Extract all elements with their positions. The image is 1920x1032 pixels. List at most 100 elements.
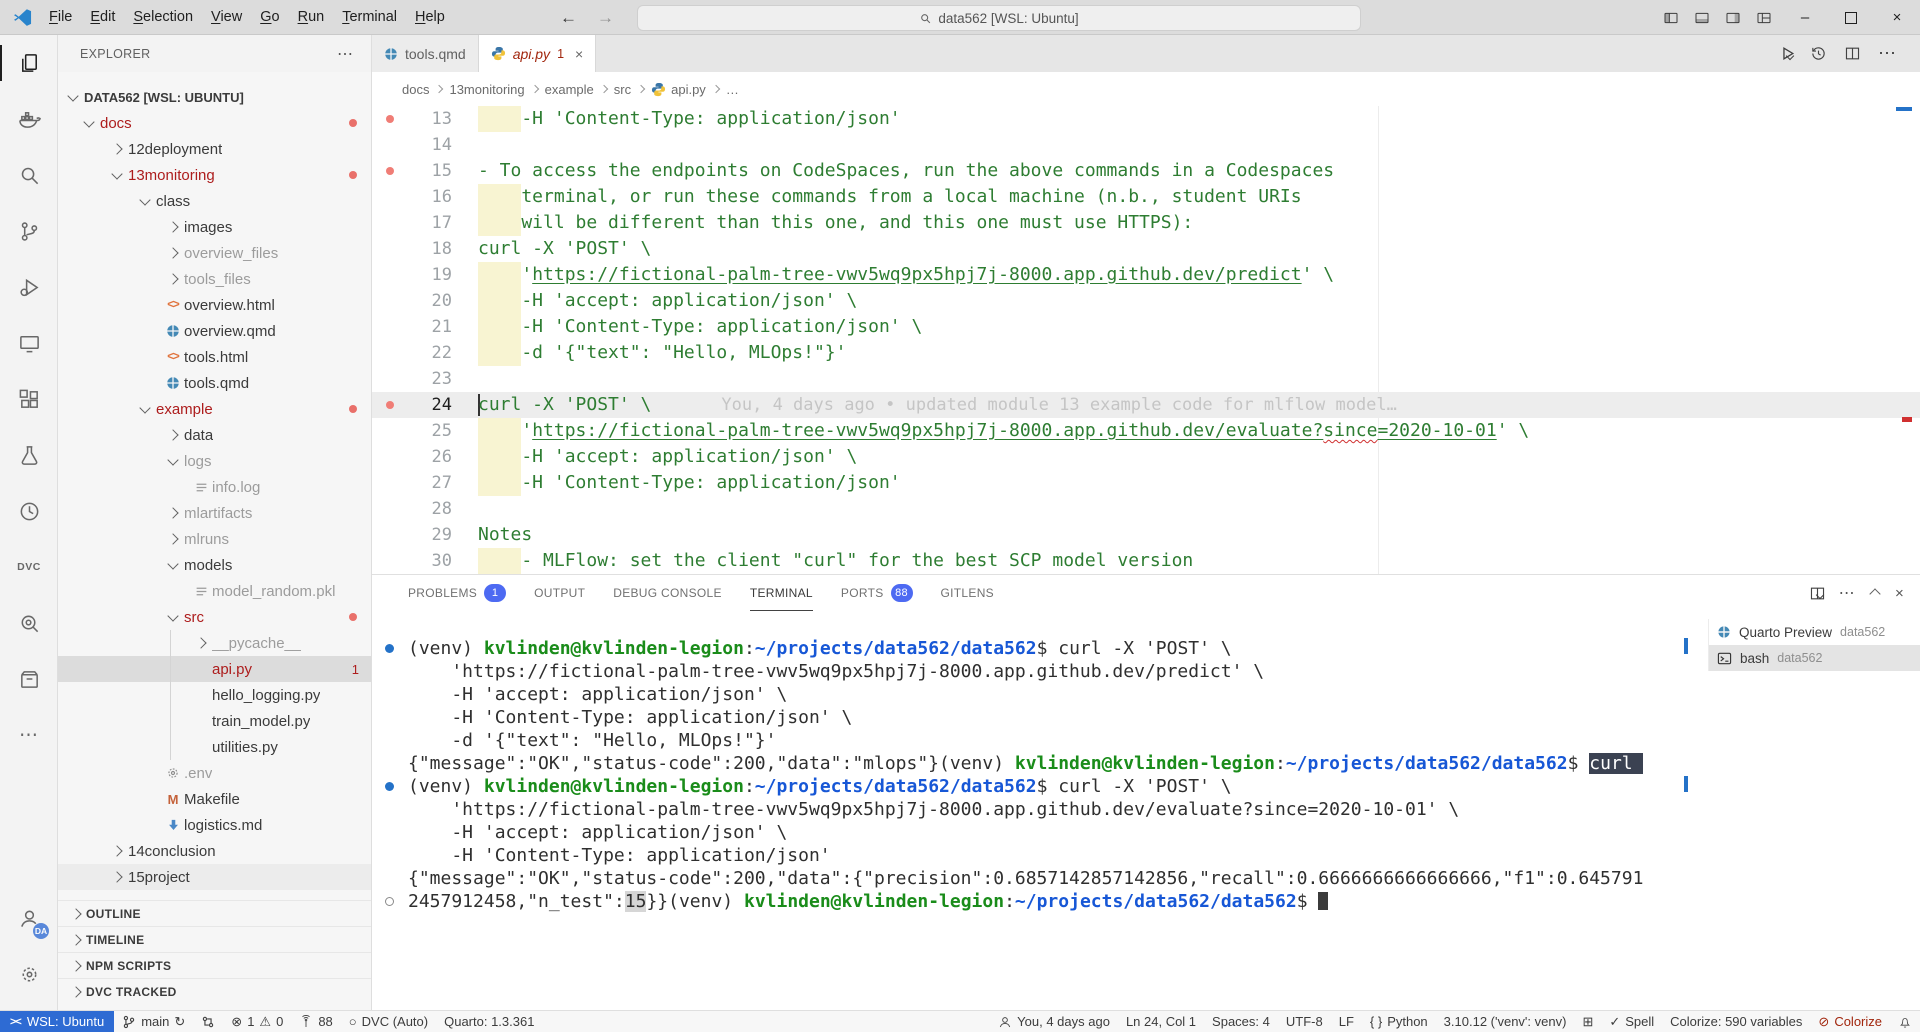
- sidebar-section-outline[interactable]: OUTLINE: [58, 900, 371, 926]
- status-git-branch[interactable]: main↻: [114, 1011, 193, 1032]
- tree-item-class[interactable]: class: [58, 188, 371, 214]
- sidebar-section-dvc-tracked[interactable]: DVC TRACKED: [58, 978, 371, 1004]
- maximize-button[interactable]: [1828, 0, 1874, 35]
- tree-item-14conclusion[interactable]: 14conclusion: [58, 838, 371, 864]
- panel-tab-gitlens[interactable]: GITLENS: [941, 575, 994, 611]
- panel-tab-debug-console[interactable]: DEBUG CONSOLE: [613, 575, 722, 611]
- terminal-split-button[interactable]: [1809, 585, 1823, 602]
- tree-item-images[interactable]: images: [58, 214, 371, 240]
- tree-item-src[interactable]: src: [58, 604, 371, 630]
- tab-tools-qmd[interactable]: tools.qmd: [372, 35, 479, 72]
- menu-edit[interactable]: Edit: [81, 0, 124, 34]
- command-decoration-icon[interactable]: [385, 644, 394, 653]
- close-button[interactable]: ×: [1874, 0, 1920, 35]
- panel-tab-output[interactable]: OUTPUT: [534, 575, 585, 611]
- activity-remote-explorer-icon[interactable]: [0, 315, 58, 371]
- tree-item-hello-logging-py[interactable]: hello_logging.py: [58, 682, 371, 708]
- panel-more-actions[interactable]: ⋯: [1839, 583, 1855, 603]
- activity-docker-icon[interactable]: [0, 91, 58, 147]
- tree-item--pycache-[interactable]: __pycache__: [58, 630, 371, 656]
- activity-source-control-icon[interactable]: [0, 203, 58, 259]
- breadcrumb-item-[interactable]: …: [726, 82, 739, 97]
- tree-item-api-py[interactable]: api.py1: [58, 656, 371, 682]
- tree-item-model-random-pkl[interactable]: model_random.pkl: [58, 578, 371, 604]
- customize-layout-icon[interactable]: [1756, 10, 1772, 26]
- tree-item-overview-files[interactable]: overview_files: [58, 240, 371, 266]
- command-decoration-icon[interactable]: [385, 897, 394, 906]
- tree-item-overview-html[interactable]: <>overview.html: [58, 292, 371, 318]
- toggle-secondary-sidebar-icon[interactable]: [1725, 10, 1741, 26]
- tree-item-logs[interactable]: logs: [58, 448, 371, 474]
- activity-workspace-box-icon[interactable]: [0, 651, 58, 707]
- tree-item-logistics-md[interactable]: logistics.md: [58, 812, 371, 838]
- tree-item-tools-files[interactable]: tools_files: [58, 266, 371, 292]
- activity-gitlens-icon[interactable]: [0, 595, 58, 651]
- tree-item-utilities-py[interactable]: utilities.py: [58, 734, 371, 760]
- close-tab-icon[interactable]: ×: [575, 46, 583, 62]
- tree-item-13monitoring[interactable]: 13monitoring: [58, 162, 371, 188]
- activity-accounts-icon[interactable]: DA: [0, 890, 58, 946]
- activity-more-views-icon[interactable]: ⋯: [0, 707, 58, 763]
- tree-item-overview-qmd[interactable]: overview.qmd: [58, 318, 371, 344]
- menu-view[interactable]: View: [202, 0, 251, 34]
- panel-tab-terminal[interactable]: TERMINAL: [750, 575, 813, 611]
- tree-item-docs[interactable]: docs: [58, 110, 371, 136]
- toggle-panel-icon[interactable]: [1694, 10, 1710, 26]
- status-indentation[interactable]: Spaces: 4: [1204, 1011, 1278, 1032]
- menu-help[interactable]: Help: [406, 0, 454, 34]
- status-blame-annotation[interactable]: You, 4 days ago: [990, 1011, 1118, 1032]
- more-actions-button[interactable]: ⋯: [1878, 43, 1896, 64]
- activity-testing-icon[interactable]: [0, 427, 58, 483]
- status-colorize-toggle[interactable]: ⊘Colorize: [1810, 1011, 1890, 1032]
- menu-file[interactable]: File: [40, 0, 81, 34]
- tree-item-models[interactable]: models: [58, 552, 371, 578]
- menu-terminal[interactable]: Terminal: [333, 0, 406, 34]
- command-decoration-icon[interactable]: [385, 782, 394, 791]
- nav-forward-button[interactable]: →: [597, 8, 614, 28]
- explorer-more-actions[interactable]: ⋯: [337, 44, 353, 64]
- toggle-primary-sidebar-icon[interactable]: [1663, 10, 1679, 26]
- maximize-panel-icon[interactable]: [1871, 586, 1879, 601]
- status-spell-checker[interactable]: ✓Spell: [1601, 1011, 1662, 1032]
- activity-search-icon[interactable]: [0, 147, 58, 203]
- timeline-history-icon[interactable]: [1810, 45, 1827, 62]
- panel-tab-problems[interactable]: PROBLEMS1: [408, 575, 506, 611]
- breadcrumb-item-example[interactable]: example: [545, 82, 594, 97]
- close-panel-icon[interactable]: ×: [1895, 585, 1904, 602]
- status-remote-indicator[interactable]: ><WSL: Ubuntu: [0, 1011, 114, 1032]
- activity-settings-icon[interactable]: [0, 946, 58, 1002]
- tree-item-mlartifacts[interactable]: mlartifacts: [58, 500, 371, 526]
- status-ports-forwarded[interactable]: 88: [291, 1011, 340, 1032]
- tree-item-train-model-py[interactable]: train_model.py: [58, 708, 371, 734]
- status-eol-sequence[interactable]: LF: [1331, 1011, 1362, 1032]
- split-editor-button[interactable]: [1844, 45, 1861, 62]
- status-cursor-position[interactable]: Ln 24, Col 1: [1118, 1011, 1204, 1032]
- status-colorize-count[interactable]: Colorize: 590 variables: [1662, 1011, 1810, 1032]
- terminal[interactable]: (venv) kvlinden@kvlinden-legion:~/projec…: [372, 611, 1920, 913]
- tree-item-tools-qmd[interactable]: tools.qmd: [58, 370, 371, 396]
- tree-item-mlruns[interactable]: mlruns: [58, 526, 371, 552]
- tree-item-15project[interactable]: 15project: [58, 864, 371, 890]
- tree-item-makefile[interactable]: MMakefile: [58, 786, 371, 812]
- command-center-search[interactable]: data562 [WSL: Ubuntu]: [637, 5, 1361, 31]
- code-editor[interactable]: 13 -H 'Content-Type: application/json'14…: [372, 106, 1920, 574]
- gutter-dot[interactable]: [386, 401, 394, 409]
- tree-item-info-log[interactable]: info.log: [58, 474, 371, 500]
- minimize-button[interactable]: –: [1782, 0, 1828, 35]
- breadcrumb-item-src[interactable]: src: [614, 82, 631, 97]
- nav-back-button[interactable]: ←: [560, 8, 577, 28]
- status-notifications[interactable]: [1890, 1011, 1920, 1032]
- breadcrumb[interactable]: docs13monitoringexamplesrcapi.py…: [372, 72, 1920, 106]
- sidebar-section-timeline[interactable]: TIMELINE: [58, 926, 371, 952]
- activity-explorer-icon[interactable]: [0, 35, 58, 91]
- activity-timeline-clock-icon[interactable]: [0, 483, 58, 539]
- menu-go[interactable]: Go: [251, 0, 288, 34]
- breadcrumb-item-13monitoring[interactable]: 13monitoring: [449, 82, 524, 97]
- gutter-dot[interactable]: [386, 167, 394, 175]
- tree-item-tools-html[interactable]: <>tools.html: [58, 344, 371, 370]
- menu-run[interactable]: Run: [289, 0, 334, 34]
- tree-item-data[interactable]: data: [58, 422, 371, 448]
- run-python-file-button[interactable]: [1779, 45, 1793, 62]
- terminal-instance-quarto-preview[interactable]: Quarto Previewdata562: [1709, 619, 1920, 645]
- breadcrumb-item-apipy[interactable]: api.py: [651, 82, 706, 97]
